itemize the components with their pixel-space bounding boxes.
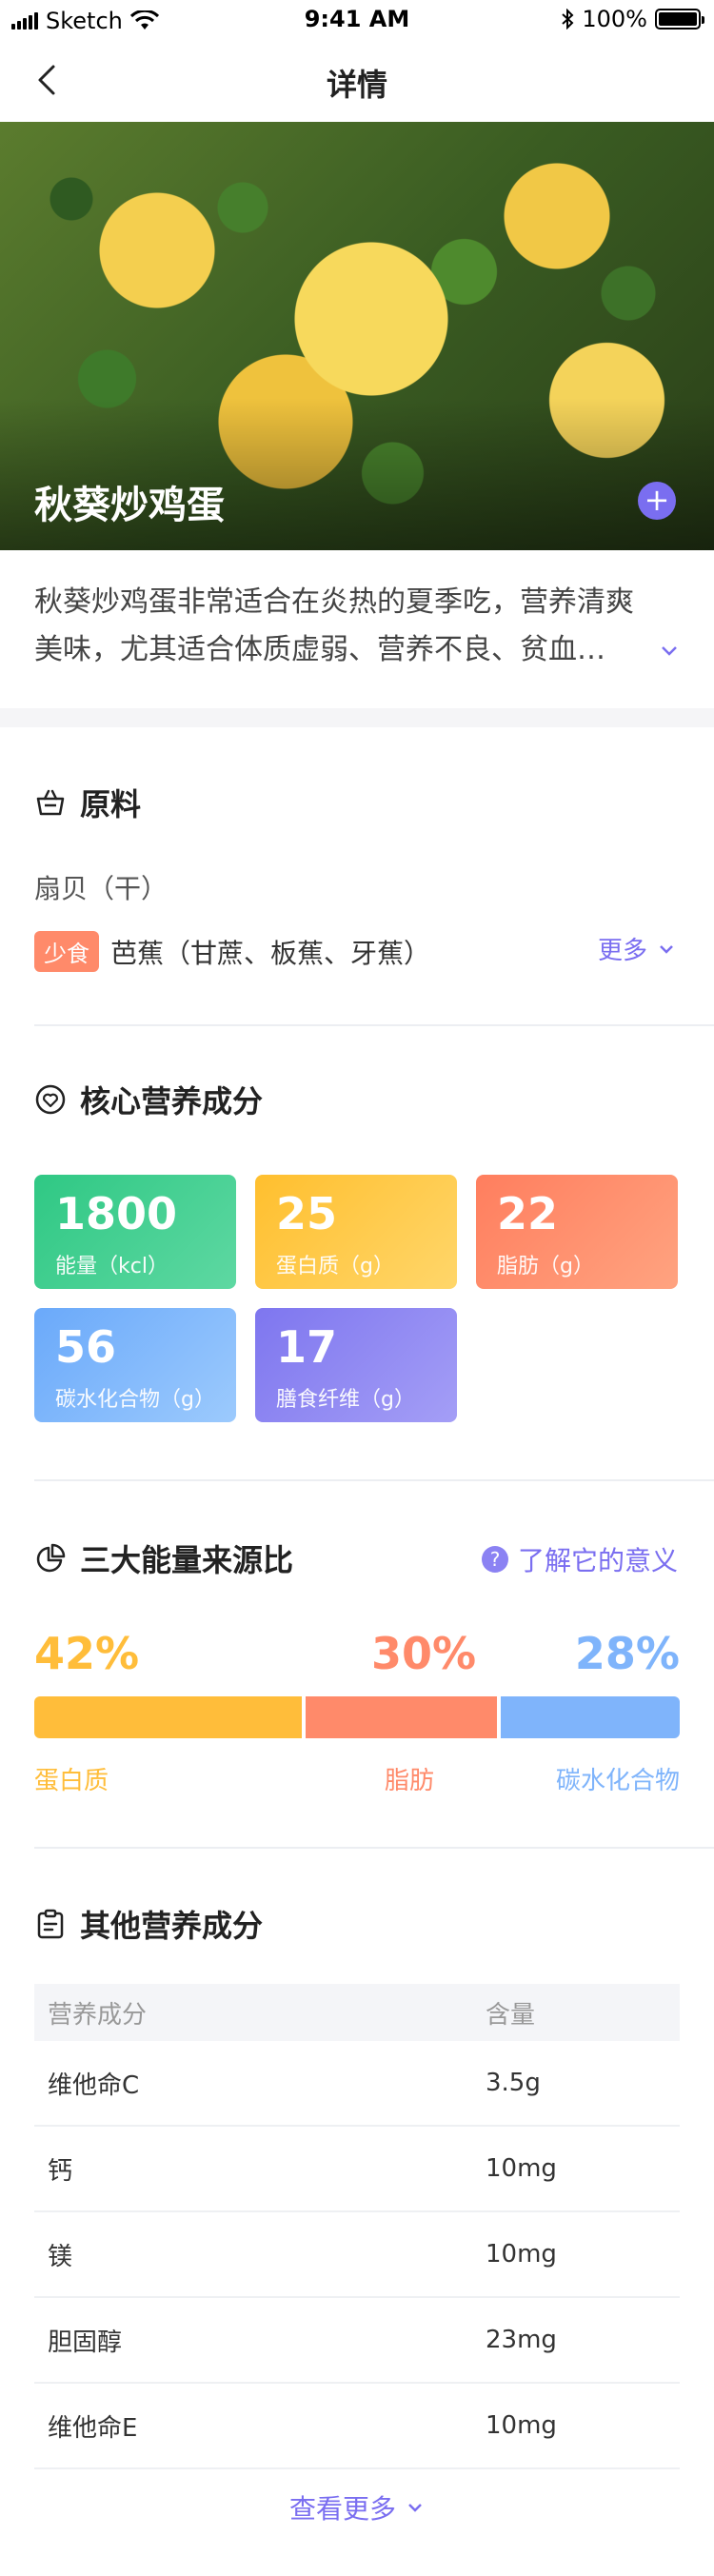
nutrient-name: 镁 — [48, 2242, 73, 2271]
dish-description[interactable]: 秋葵炒鸡蛋非常适合在炎热的夏季吃，营养清爽 美味，尤其适合体质虚弱、营养不良、贫… — [34, 579, 682, 674]
status-bar: Sketch 9:41 AM 100% — [0, 0, 714, 38]
nutrition-card-fiber: 17 膳食纤维（g） — [255, 1308, 457, 1422]
carbs-label: 碳水化合物 — [555, 1767, 680, 1795]
ingredient-item: 少食 芭蕉（甘蔗、板蕉、牙蕉） — [34, 931, 430, 972]
chevron-down-icon[interactable] — [659, 640, 680, 661]
ingredient-item-label: 芭蕉（甘蔗、板蕉、牙蕉） — [110, 937, 431, 969]
view-more-label: 查看更多 — [288, 2493, 396, 2525]
card-value: 22 — [497, 1188, 559, 1239]
nutrition-card-carbs: 56 碳水化合物（g） — [34, 1308, 236, 1422]
nav-bar: 详情 — [0, 38, 714, 122]
core-nutrition-title: 核心营养成分 — [34, 1078, 263, 1121]
more-button[interactable]: 更多 — [598, 931, 676, 966]
card-label: 能量（kcl） — [55, 1255, 169, 1278]
question-icon: ? — [482, 1546, 508, 1573]
other-nutrition-title-label: 其他营养成分 — [80, 1908, 264, 1944]
nutrient-name: 维他命E — [48, 2413, 138, 2443]
protein-percent: 42% — [34, 1628, 140, 1679]
energy-sources-title: 三大能量来源比 — [34, 1536, 293, 1580]
basket-icon — [36, 789, 65, 816]
heart-icon — [35, 1084, 66, 1115]
status-right: 100% — [561, 6, 704, 32]
card-label: 脂肪（g） — [497, 1255, 594, 1278]
nutrition-card-fat: 22 脂肪（g） — [476, 1175, 678, 1289]
fat-label: 脂肪 — [385, 1767, 435, 1795]
dish-image: 秋葵炒鸡蛋 + — [0, 122, 714, 550]
table-row: 镁 10mg — [34, 2212, 680, 2298]
description-line-2: 美味，尤其适合体质虚弱、营养不良、贫血… — [34, 633, 605, 666]
nutrition-card-energy: 1800 能量（kcl） — [34, 1175, 236, 1289]
header-nutrient: 营养成分 — [48, 2000, 148, 2030]
card-label: 蛋白质（g） — [276, 1255, 394, 1278]
nutrient-amount: 10mg — [486, 2240, 557, 2269]
nutrient-amount: 3.5g — [486, 2069, 541, 2097]
add-button[interactable]: + — [638, 482, 676, 520]
battery-icon — [655, 9, 704, 30]
dish-name: 秋葵炒鸡蛋 — [34, 484, 225, 527]
page-title: 详情 — [326, 67, 387, 103]
protein-bar — [34, 1696, 303, 1738]
card-label: 碳水化合物（g） — [55, 1388, 215, 1412]
card-label: 膳食纤维（g） — [276, 1388, 415, 1412]
nutrient-name: 钙 — [48, 2156, 73, 2186]
card-value: 25 — [276, 1188, 338, 1239]
card-value: 1800 — [55, 1188, 178, 1239]
nutrient-amount: 23mg — [486, 2326, 557, 2354]
nutrient-name: 维他命C — [48, 2071, 140, 2100]
chevron-down-icon — [408, 2504, 422, 2512]
pie-chart-icon — [36, 1543, 66, 1573]
table-row: 胆固醇 23mg — [34, 2298, 680, 2384]
clipboard-icon — [37, 1909, 64, 1939]
divider — [34, 1847, 714, 1849]
ingredient-item: 扇贝（干） — [34, 873, 169, 904]
description-line-1: 秋葵炒鸡蛋非常适合在炎热的夏季吃，营养清爽 — [34, 585, 634, 619]
divider — [34, 1024, 714, 1026]
nutrient-amount: 10mg — [486, 2154, 557, 2183]
nutrient-name: 胆固醇 — [48, 2328, 123, 2357]
table-row: 维他命C 3.5g — [34, 2041, 680, 2127]
fat-percent: 30% — [371, 1628, 477, 1679]
nutrition-card-protein: 25 蛋白质（g） — [255, 1175, 457, 1289]
ingredients-title: 原料 — [34, 781, 141, 824]
ingredients-title-label: 原料 — [80, 786, 142, 822]
energy-sources-title-label: 三大能量来源比 — [80, 1542, 294, 1578]
table-row: 维他命E 10mg — [34, 2384, 680, 2469]
table-header: 营养成分 含量 — [34, 1984, 680, 2041]
other-nutrition-title: 其他营养成分 — [34, 1902, 263, 1946]
help-link[interactable]: ? 了解它的意义 — [482, 1540, 678, 1578]
protein-label: 蛋白质 — [34, 1767, 109, 1795]
bluetooth-icon — [562, 9, 574, 30]
battery-label: 100% — [582, 6, 647, 32]
view-more-button[interactable]: 查看更多 — [0, 2488, 714, 2526]
divider — [34, 1479, 714, 1481]
header-amount: 含量 — [486, 2000, 536, 2030]
core-nutrition-title-label: 核心营养成分 — [80, 1083, 264, 1120]
section-divider — [0, 708, 714, 727]
eat-less-badge: 少食 — [34, 931, 99, 972]
help-label: 了解它的意义 — [518, 1545, 679, 1576]
carbs-bar — [501, 1696, 680, 1738]
card-value: 56 — [55, 1321, 117, 1373]
chevron-down-icon — [660, 944, 673, 954]
carbs-percent: 28% — [574, 1628, 680, 1679]
nutrition-table: 营养成分 含量 维他命C 3.5g 钙 10mg 镁 10mg 胆固醇 23mg… — [34, 1984, 680, 2469]
fat-bar — [306, 1696, 498, 1738]
card-value: 17 — [276, 1321, 338, 1373]
table-row: 钙 10mg — [34, 2127, 680, 2212]
nutrient-amount: 10mg — [486, 2411, 557, 2440]
more-label: 更多 — [598, 937, 648, 965]
